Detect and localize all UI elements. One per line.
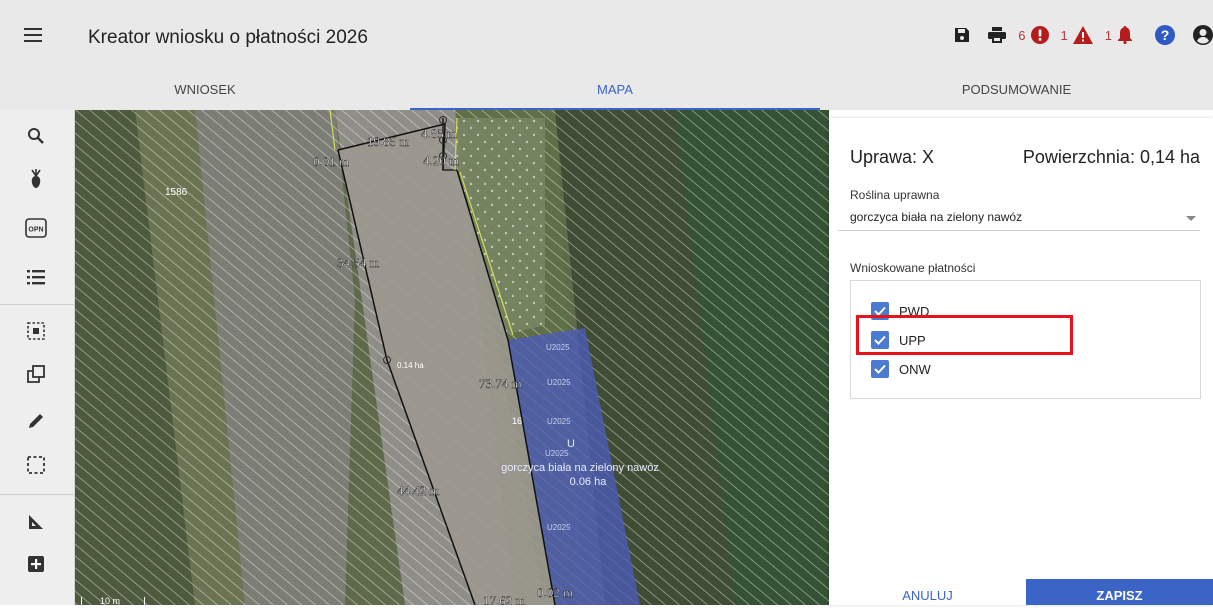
print-icon[interactable]	[988, 27, 1007, 43]
measure-icon[interactable]	[22, 508, 50, 536]
crop-details-panel: Uprawa: X Powierzchnia: 0,14 ha Roślina …	[829, 118, 1213, 605]
plot-crop-label: gorczyca biała na zielony nawóz	[501, 462, 659, 474]
warning-count: 1	[1060, 27, 1068, 43]
warning-icon	[1072, 26, 1093, 44]
opn-icon[interactable]: OPN	[22, 214, 50, 242]
tab-wniosek[interactable]: WNIOSEK	[0, 70, 410, 110]
help-icon[interactable]: ?	[1155, 25, 1175, 45]
measure-label: 44.42 m	[397, 483, 440, 498]
parcel-number-label: 16	[512, 416, 522, 426]
error-count: 6	[1018, 27, 1026, 43]
search-icon[interactable]	[22, 122, 50, 150]
edit-icon[interactable]	[22, 407, 50, 435]
measure-label: 4.85 m	[421, 126, 457, 141]
app-bar: Kreator wniosku o płatności 2026 6 1 1 ?	[0, 0, 1213, 70]
measure-label: 34.54 m	[337, 255, 380, 270]
error-indicator[interactable]: 6	[1018, 26, 1049, 44]
crop-icon[interactable]	[22, 165, 50, 193]
error-icon	[1030, 26, 1049, 44]
map-canvas[interactable]: 1586 19.85 m 4.85 m 4.20 m 0.01 m 34.54 …	[75, 110, 829, 605]
plot-code-label: U2025	[545, 449, 569, 458]
parcel-id-label: 1586	[165, 187, 188, 198]
plant-select-value: gorczyca biała na zielony nawóz	[850, 210, 1023, 224]
plant-field-label: Roślina uprawna	[850, 188, 940, 202]
account-icon[interactable]	[1193, 25, 1213, 45]
area-title: Powierzchnia: 0,14 ha	[1022, 147, 1200, 167]
area-label: 0.14 ha	[397, 361, 424, 370]
plot-letter-label: U	[567, 438, 575, 450]
payment-option-onw[interactable]: ONW	[871, 359, 931, 379]
save-icon[interactable]	[954, 27, 970, 43]
payments-label: Wnioskowane płatności	[850, 261, 976, 275]
save-button[interactable]: ZAPISZ	[1026, 579, 1213, 605]
payment-label: ONW	[899, 361, 931, 377]
chevron-down-icon[interactable]	[1186, 216, 1196, 221]
measure-label: 4.20 m	[423, 153, 459, 168]
notification-count: 1	[1104, 27, 1112, 43]
plot-code-label: U2025	[546, 343, 570, 352]
copy-icon[interactable]	[22, 360, 50, 388]
dashed-select-icon[interactable]	[22, 451, 50, 479]
measure-label: 19.85 m	[367, 134, 410, 149]
tab-podsumowanie[interactable]: PODSUMOWANIE	[820, 70, 1213, 110]
highlight-box	[856, 315, 1073, 355]
app-title: Kreator wniosku o płatności 2026	[88, 27, 368, 48]
map-graphic: 1586 19.85 m 4.85 m 4.20 m 0.01 m 34.54 …	[75, 110, 829, 605]
plant-select[interactable]: gorczyca biała na zielony nawóz	[838, 205, 1200, 231]
checkbox-checked-icon[interactable]	[871, 360, 889, 378]
bell-icon	[1118, 26, 1132, 44]
measure-label: 17.62 m	[483, 593, 526, 605]
measure-label: 0.02 m	[537, 585, 573, 600]
plot-code-label: U2025	[547, 417, 571, 426]
list-icon[interactable]	[22, 263, 50, 291]
plot-area-label: 0.06 ha	[570, 476, 608, 488]
select-region-icon[interactable]	[22, 317, 50, 345]
toolbar-divider	[0, 494, 75, 495]
svg-text:?: ?	[1161, 27, 1170, 43]
plot-code-label: U2025	[547, 523, 571, 532]
notification-indicator[interactable]: 1	[1105, 26, 1133, 44]
add-icon[interactable]	[22, 550, 50, 578]
tab-bar: WNIOSEK MAPA PODSUMOWANIE	[0, 70, 1213, 110]
measure-label: 0.01 m	[313, 154, 349, 169]
plot-code-label: U2025	[547, 378, 571, 387]
scale-label: 10 m	[100, 596, 121, 605]
cancel-button[interactable]: ANULUJ	[829, 579, 1026, 605]
toolbar-divider	[0, 304, 75, 305]
menu-icon[interactable]	[24, 28, 42, 42]
warning-indicator[interactable]: 1	[1061, 26, 1093, 44]
toolbar: 6 1 1 ?	[940, 22, 1213, 48]
crop-title: Uprawa: X	[850, 147, 935, 167]
map-scale: 10 m	[81, 596, 145, 605]
measure-label: 73.74 m	[479, 376, 522, 391]
opn-label: OPN	[28, 227, 43, 234]
map-toolbar: OPN	[0, 110, 75, 605]
tab-mapa[interactable]: MAPA	[410, 70, 820, 110]
